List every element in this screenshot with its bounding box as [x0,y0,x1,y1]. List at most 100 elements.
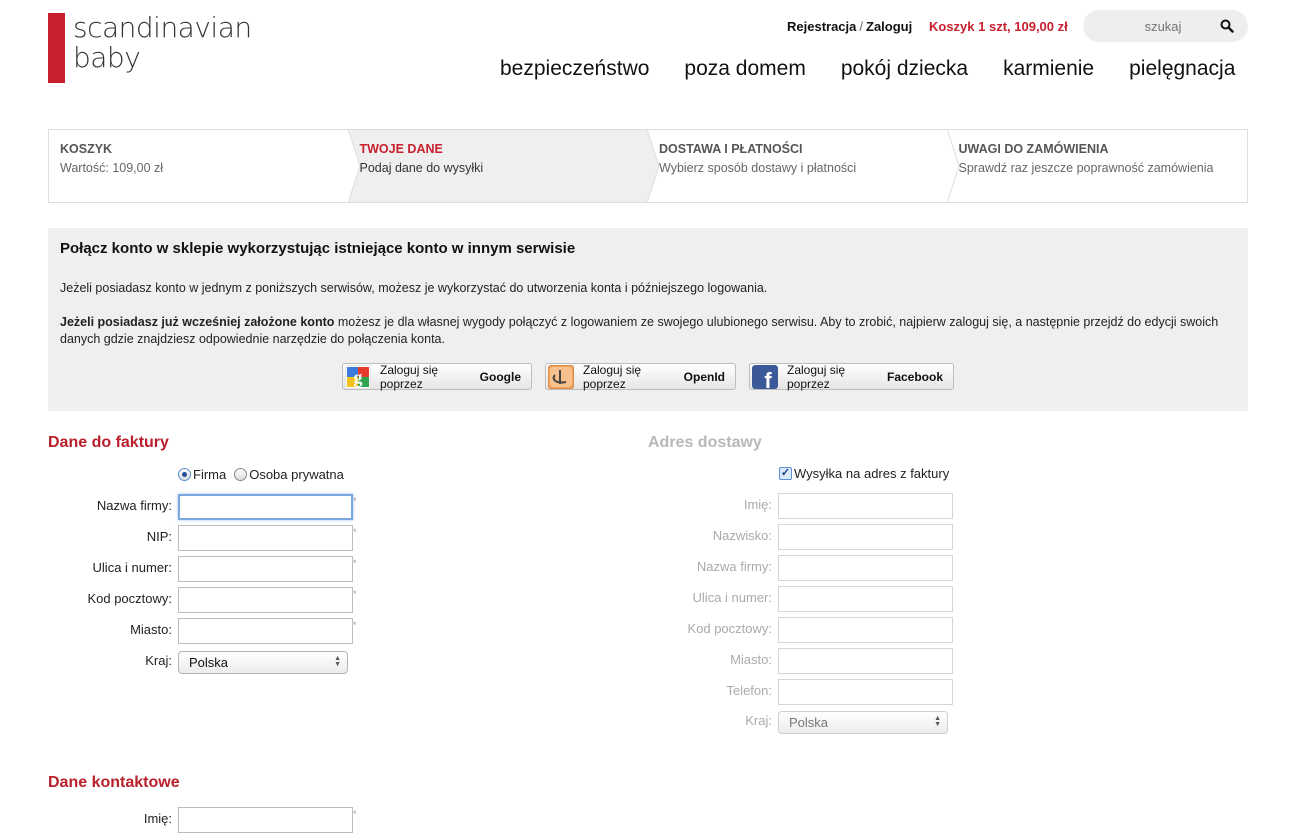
social-existing-bold: Jeżeli posiadasz już wcześniej założone … [60,315,335,329]
delivery-postcode-row: Kod pocztowy: [687,617,953,643]
step-your-data[interactable]: TWOJE DANE Podaj dane do wysyłki [348,129,660,203]
same-address-checkbox[interactable]: ✓ [779,467,792,480]
required-mark: * [353,558,357,568]
delivery-country-select[interactable]: Polska ▲ ▼ [778,711,948,734]
step-title: KOSZYK [60,142,113,156]
city-row: Miasto: * [130,618,357,644]
btn-prefix: Zaloguj się poprzez [380,362,439,391]
social-title: Połącz konto w sklepie wykorzystując ist… [60,240,576,257]
radio-private-label[interactable]: Osoba prywatna [249,467,344,482]
step-cart[interactable]: KOSZYK Wartość: 109,00 zł [49,129,361,203]
country-select-value: Polska [189,655,229,670]
social-info: Jeżeli posiadasz konto w jednym z poniżs… [60,281,768,295]
step-subtitle: Wybierz sposób dostawy i płatności [659,161,857,175]
step-subtitle: Podaj dane do wysyłki [359,161,484,175]
contact-firstname-row: Imię: * [144,807,357,833]
city-label: Miasto: [130,622,172,637]
delivery-city-input[interactable] [778,648,953,674]
nav-item-bezpieczenstwo[interactable]: bezpieczeństwo [500,57,649,81]
nav-item-pielegnacja[interactable]: pielęgnacja [1129,57,1235,81]
nav-item-pokoj-dziecka[interactable]: pokój dziecka [841,57,968,81]
register-link[interactable]: Rejestracja [787,19,856,34]
step-order-notes[interactable]: UWAGI DO ZAMÓWIENIA Sprawdź raz jeszcze … [948,130,1248,202]
delivery-street-label: Ulica i numer: [692,590,772,605]
step-arrow [946,129,960,203]
login-facebook-button[interactable]: f Zaloguj się poprzez Facebook [749,362,954,391]
delivery-lastname-row: Nazwisko: [713,524,953,550]
step-arrow [347,129,361,203]
delivery-company-input[interactable] [778,555,953,581]
nip-label: NIP: [146,529,172,544]
country-row: Kraj: Polska ▲ ▼ [145,651,348,677]
delivery-street-row: Ulica i numer: [693,586,953,612]
required-mark: * [353,809,357,819]
required-mark: * [353,620,357,630]
checkout-steps: KOSZYK Wartość: 109,00 zł TWOJE DANE Pod… [48,129,1248,203]
logo-text: scandinavian baby [73,13,252,83]
company-name-label: Nazwa firmy: [96,498,172,513]
delivery-company-label: Nazwa firmy: [696,559,772,574]
delivery-country-label: Kraj: [745,713,772,728]
contact-firstname-input[interactable] [178,807,353,833]
nav-item-karmienie[interactable]: karmienie [1003,57,1094,81]
delivery-phone-row: Telefon: [726,679,953,705]
delivery-postcode-label: Kod pocztowy: [687,621,772,636]
delivery-section-title: Adres dostawy [648,434,762,451]
street-row: Ulica i numer: * [93,556,357,582]
nav-item-poza-domem[interactable]: poza domem [684,57,805,81]
search-icon[interactable] [1220,19,1234,33]
link-separator: / [859,19,864,34]
btn-prefix: Zaloguj się poprzez [583,362,642,391]
step-title: UWAGI DO ZAMÓWIENIA [958,142,1109,156]
logo-line1: scandinavian [73,11,252,44]
delivery-firstname-input[interactable] [778,493,953,519]
login-google-button[interactable]: g Zaloguj się poprzez Google [342,362,532,391]
login-openid-button[interactable]: Zaloguj się poprzez OpenId [545,362,736,391]
search-input[interactable] [1113,16,1213,36]
delivery-company-row: Nazwa firmy: [697,555,953,581]
logo-bar [48,13,65,83]
customer-type-radios: Firma Osoba prywatna [178,467,344,482]
delivery-country-value: Polska [789,715,829,730]
delivery-lastname-input[interactable] [778,524,953,550]
delivery-phone-label: Telefon: [726,683,772,698]
delivery-postcode-input[interactable] [778,617,953,643]
select-arrows-icon: ▲ ▼ [934,715,941,728]
delivery-phone-input[interactable] [778,679,953,705]
company-name-row: Nazwa firmy: * [97,494,357,520]
step-subtitle: Wartość: 109,00 zł [60,161,164,175]
country-select[interactable]: Polska ▲ ▼ [178,651,348,674]
delivery-street-input[interactable] [778,586,953,612]
postcode-input[interactable] [178,587,353,613]
city-input[interactable] [178,618,353,644]
cart-link[interactable]: Koszyk 1 szt, 109,00 zł [929,19,1068,34]
nip-input[interactable] [178,525,353,551]
radio-company[interactable] [178,468,191,481]
same-address-label[interactable]: Wysyłka na adres z faktury [794,466,949,481]
company-name-input[interactable] [178,494,353,520]
country-label: Kraj: [145,653,172,668]
street-input[interactable] [178,556,353,582]
contact-section-title: Dane kontaktowe [48,774,180,791]
radio-private[interactable] [234,468,248,481]
search-box [1083,10,1248,42]
street-label: Ulica i numer: [92,560,172,575]
login-link[interactable]: Zaloguj [866,19,912,34]
btn-prefix: Zaloguj się poprzez [787,362,846,391]
step-delivery-payment[interactable]: DOSTAWA I PŁATNOŚCI Wybierz sposób dosta… [648,129,960,203]
delivery-city-row: Miasto: [730,648,953,674]
delivery-firstname-label: Imię: [743,497,772,512]
btn-service: Google [479,369,521,384]
radio-company-label[interactable]: Firma [193,467,226,482]
step-title: DOSTAWA I PŁATNOŚCI [659,142,803,156]
step-arrow [647,129,660,203]
social-existing-info: Jeżeli posiadasz już wcześniej założone … [60,314,1230,348]
openid-icon [548,365,574,389]
postcode-label: Kod pocztowy: [87,591,172,606]
contact-firstname-label: Imię: [143,811,172,826]
delivery-firstname-row: Imię: [744,493,953,519]
logo[interactable]: scandinavian baby [48,13,252,83]
required-mark: * [353,496,357,506]
svg-text:g: g [354,367,363,387]
invoice-section-title: Dane do faktury [48,434,169,451]
